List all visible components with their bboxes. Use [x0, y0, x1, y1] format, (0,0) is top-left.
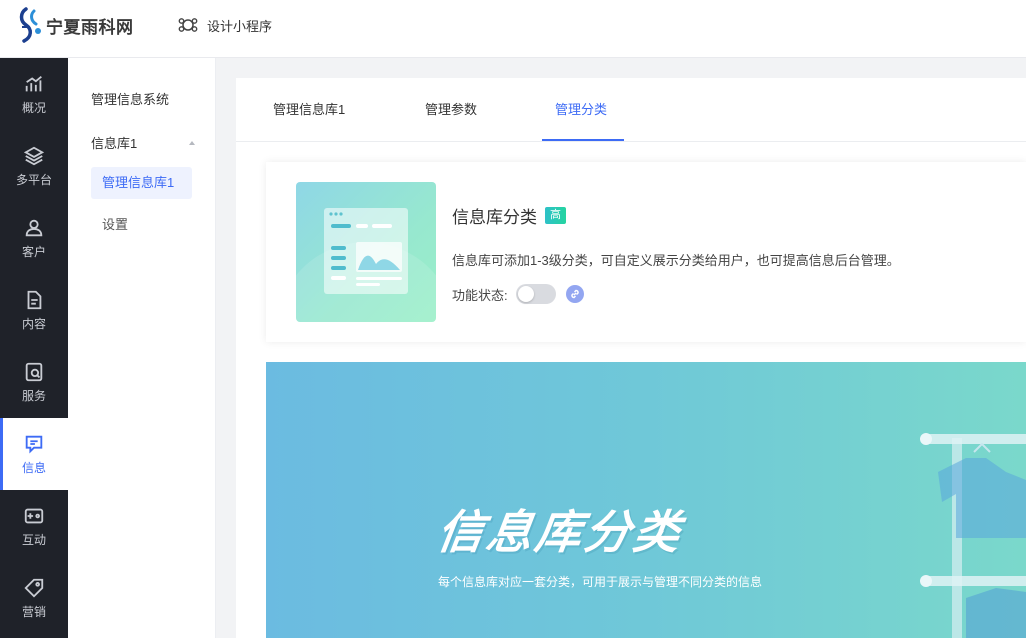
rail-item-overview[interactable]: 概况	[0, 58, 68, 130]
rail-label: 服务	[21, 388, 46, 403]
design-miniprogram-link[interactable]: 设计小程序	[178, 15, 272, 35]
browser-window-illustration	[296, 208, 436, 322]
rail-label: 营销	[21, 604, 46, 619]
secondary-nav: 管理信息系统 信息库1 管理信息库1 设置	[68, 58, 216, 638]
feature-title-row: 信息库分类 高	[452, 203, 566, 228]
rail-item-content[interactable]: 内容	[0, 274, 68, 346]
trend-chart-icon	[25, 75, 42, 91]
top-bar: 宁夏雨科网 设计小程序	[0, 0, 1026, 58]
rail-label: 多平台	[15, 172, 52, 187]
document-icon	[27, 290, 42, 309]
user-icon	[25, 219, 43, 236]
service-icon	[25, 362, 43, 381]
miniprogram-icon	[178, 18, 198, 32]
link-icon[interactable]	[565, 285, 584, 303]
toggle-knob	[517, 286, 534, 302]
banner-subtitle: 每个信息库对应一套分类，可用于展示与管理不同分类的信息	[438, 575, 763, 589]
brand-name: 宁夏雨科网	[46, 17, 134, 37]
tab-manage-categories[interactable]: 管理分类	[555, 78, 607, 142]
subnav-group-label: 信息库1	[91, 136, 138, 151]
subnav-item-manage-db[interactable]: 管理信息库1	[91, 167, 192, 199]
tab-manage-db[interactable]: 管理信息库1	[273, 78, 345, 142]
primary-nav-rail: 概况 多平台 客户 内容 服务 信息 互动 营销	[0, 58, 68, 638]
subnav-item-settings[interactable]: 设置	[91, 209, 192, 241]
caret-up-icon	[189, 140, 195, 145]
main-panel: 管理信息库1 管理参数 管理分类 信息库分类 高 信息库可添加1-3级分类，可自…	[236, 78, 1026, 638]
rail-label: 内容	[21, 316, 46, 331]
banner-title: 信息库分类	[433, 506, 687, 558]
promo-banner: 信息库分类 每个信息库对应一套分类，可用于展示与管理不同分类的信息	[266, 362, 1026, 638]
rail-item-multiplatform[interactable]: 多平台	[0, 130, 68, 202]
rail-label: 信息	[21, 460, 46, 475]
brand-logo-icon	[19, 7, 41, 43]
rail-label: 互动	[21, 532, 46, 547]
feature-description: 信息库可添加1-3级分类，可自定义展示分类给用户，也可提高信息后台管理。	[452, 253, 900, 268]
rail-item-service[interactable]: 服务	[0, 346, 68, 418]
message-icon	[25, 435, 43, 454]
rail-item-marketing[interactable]: 营销	[0, 562, 68, 634]
feature-toggle[interactable]	[515, 284, 556, 304]
design-miniprogram-label: 设计小程序	[207, 18, 273, 34]
subnav-group-toggle[interactable]: 信息库1	[91, 133, 195, 152]
feature-card: 信息库分类 高 信息库可添加1-3级分类，可自定义展示分类给用户，也可提高信息后…	[266, 162, 1026, 342]
tab-bar: 管理信息库1 管理参数 管理分类	[236, 78, 1026, 142]
rail-item-interaction[interactable]: 互动	[0, 490, 68, 562]
rail-item-info[interactable]: 信息	[0, 418, 68, 490]
status-label: 功能状态:	[452, 287, 508, 303]
rail-item-customers[interactable]: 客户	[0, 202, 68, 274]
rail-label: 客户	[21, 244, 46, 259]
brand-logo[interactable]: 宁夏雨科网	[18, 5, 134, 45]
feature-title: 信息库分类	[452, 208, 537, 227]
tag-icon	[24, 578, 44, 598]
interact-icon	[24, 508, 44, 523]
rail-label: 概况	[21, 100, 46, 115]
tab-manage-params[interactable]: 管理参数	[425, 78, 477, 142]
premium-badge: 高	[545, 207, 566, 224]
chain-link-glyph	[570, 289, 579, 299]
layers-icon	[23, 146, 45, 165]
feature-illustration	[296, 182, 436, 322]
active-tab-indicator	[542, 139, 624, 141]
feature-status-row: 功能状态:	[452, 284, 584, 304]
subnav-title: 管理信息系统	[91, 92, 170, 107]
